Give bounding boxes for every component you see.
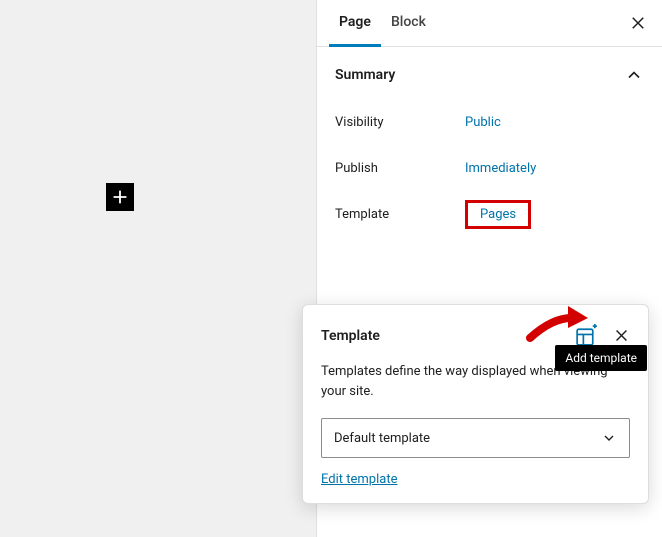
chevron-down-icon	[601, 430, 617, 446]
template-select[interactable]: Default template	[321, 418, 630, 458]
publish-label: Publish	[335, 161, 465, 176]
summary-rows: Visibility Public Publish Immediately Te…	[317, 99, 662, 261]
visibility-label: Visibility	[335, 115, 465, 130]
sidebar-tabs: Page Block	[317, 0, 662, 47]
visibility-row: Visibility Public	[335, 99, 644, 145]
tab-block[interactable]: Block	[381, 1, 436, 47]
popover-title: Template	[321, 328, 380, 344]
editor-canvas	[0, 0, 316, 537]
close-icon	[613, 327, 630, 344]
summary-title: Summary	[335, 67, 395, 83]
add-template-tooltip: Add template	[555, 345, 647, 371]
settings-sidebar: Page Block Summary Visibility Public Pub…	[316, 0, 662, 537]
visibility-value[interactable]: Public	[465, 115, 501, 130]
template-select-value: Default template	[334, 431, 430, 446]
template-popover: Template Templates define the way displa…	[302, 304, 649, 504]
tab-page[interactable]: Page	[329, 1, 381, 47]
close-icon	[629, 14, 647, 32]
template-label: Template	[335, 207, 465, 222]
template-row: Template Pages	[335, 191, 644, 237]
summary-section-header[interactable]: Summary	[317, 47, 662, 99]
close-popover-button[interactable]	[613, 327, 630, 344]
chevron-up-icon	[624, 65, 644, 85]
publish-value[interactable]: Immediately	[465, 161, 536, 176]
close-sidebar-button[interactable]	[626, 11, 650, 35]
template-value[interactable]: Pages	[465, 200, 531, 229]
publish-row: Publish Immediately	[335, 145, 644, 191]
add-block-button[interactable]	[106, 183, 134, 211]
plus-icon	[109, 186, 131, 208]
edit-template-link[interactable]: Edit template	[321, 472, 397, 487]
